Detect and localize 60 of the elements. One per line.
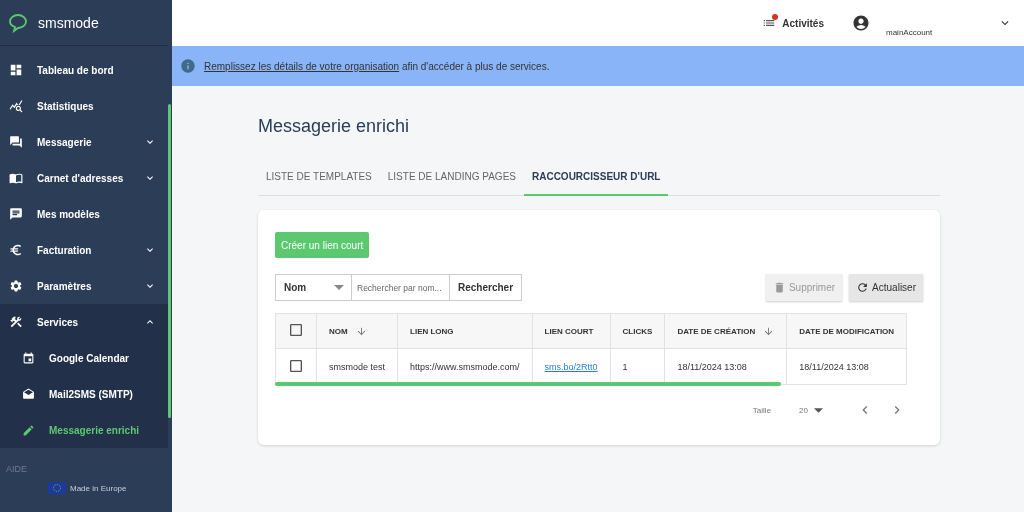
search-field[interactable]: Rechercher par nom...: [352, 274, 450, 301]
page-size-select[interactable]: 20: [799, 405, 823, 415]
checkbox[interactable]: [288, 322, 304, 338]
sidebar-item[interactable]: Google Calendar: [0, 340, 168, 376]
settings-icon: [9, 279, 23, 293]
sidebar-item[interactable]: Statistiques: [0, 88, 168, 124]
account-name[interactable]: mainAccount: [886, 27, 982, 37]
envelope-icon: [22, 387, 35, 401]
horizontal-scrollbar[interactable]: [275, 382, 781, 386]
column-header[interactable]: LIEN COURT: [532, 313, 611, 349]
tab[interactable]: LISTE DE LANDING PAGES: [379, 171, 524, 196]
search-button[interactable]: Rechercher: [450, 274, 523, 301]
dropdown-icon: [334, 285, 344, 290]
euro-icon: [9, 243, 23, 257]
sidebar-item[interactable]: Mes modèles: [0, 196, 168, 232]
tab[interactable]: RACCOURCISSEUR D'URL: [523, 171, 669, 196]
section-label: AIDE: [5, 463, 28, 476]
dropdown-icon: [814, 407, 823, 413]
brand-name: smsmode: [38, 14, 99, 31]
info-icon: [180, 58, 196, 74]
column-header[interactable]: NOM: [316, 313, 398, 349]
table-cell: 18/11/2024 13:08: [786, 348, 907, 385]
account-icon[interactable]: [852, 14, 870, 32]
flag-icon: [48, 482, 66, 494]
activities-button[interactable]: Activités: [762, 16, 824, 30]
sidebar-item[interactable]: Messagerie: [0, 124, 168, 160]
sidebar-item[interactable]: Tableau de bord: [0, 52, 168, 88]
tools-icon: [9, 315, 23, 329]
sidebar-item[interactable]: Messagerie enrichi: [0, 412, 168, 448]
field-select[interactable]: Nom: [275, 274, 352, 301]
short-link[interactable]: sms.bo/2Rtt0: [544, 361, 598, 372]
banner-text: Remplissez les détails de votre organisation afin d'accéder à plus de services.: [204, 60, 550, 72]
chart-icon: [9, 99, 23, 113]
book-icon: [9, 171, 23, 185]
column-header[interactable]: CLICKS: [610, 313, 665, 349]
tab[interactable]: LISTE DE TEMPLATES: [258, 171, 380, 196]
checkbox[interactable]: [288, 357, 304, 374]
made-in-europe-text: Made in Europe: [70, 483, 127, 493]
sidebar-item[interactable]: Carnet d'adresses: [0, 160, 168, 196]
sort-arrow-icon: [355, 325, 367, 337]
organisation-link[interactable]: Remplissez les détails de votre organisation: [204, 60, 400, 72]
calendar-icon: [22, 351, 35, 365]
logo-icon: [8, 12, 28, 33]
pencil-icon: [22, 423, 35, 437]
sidebar-item[interactable]: Mail2SMS (SMTP): [0, 376, 168, 412]
dashboard-icon: [9, 63, 23, 77]
page-size-label: Taille: [752, 405, 772, 415]
sidebar-item[interactable]: Services: [0, 304, 168, 340]
refresh-button[interactable]: Actualiser: [849, 274, 923, 301]
column-header[interactable]: DATE DE CRÉATION: [664, 313, 787, 349]
chat-bubbles-icon: [9, 135, 23, 149]
chat-icon: [9, 207, 23, 221]
refresh-icon: [856, 281, 870, 294]
scrollbar[interactable]: [168, 104, 171, 418]
column-header[interactable]: LIEN LONG: [397, 313, 533, 349]
sort-arrow-icon: [763, 325, 775, 337]
page-title: Messagerie enrichi: [258, 116, 411, 137]
sidebar-item[interactable]: Facturation: [0, 232, 168, 268]
sidebar-item[interactable]: Paramètres: [0, 268, 168, 304]
column-header[interactable]: DATE DE MODIFICATION: [786, 313, 907, 349]
